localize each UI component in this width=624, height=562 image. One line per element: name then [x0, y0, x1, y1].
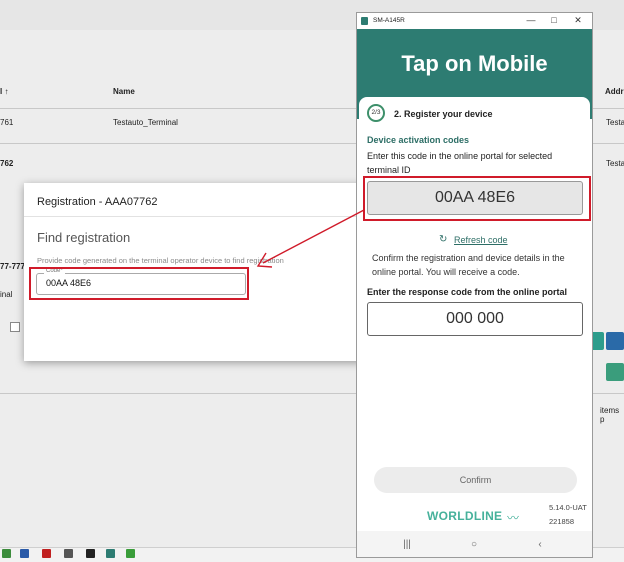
- annotation-arrow: [256, 209, 365, 268]
